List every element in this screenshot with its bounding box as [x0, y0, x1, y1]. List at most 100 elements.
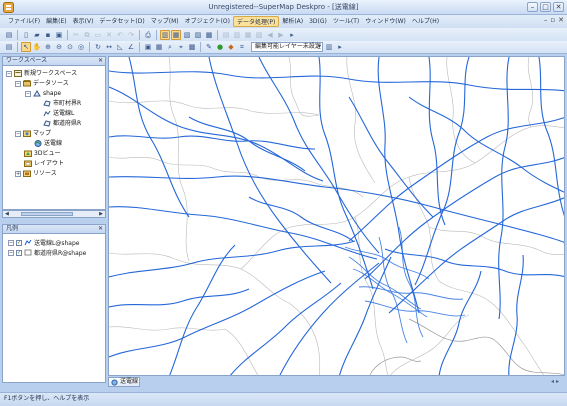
measure-angle-icon[interactable]: ∠ — [126, 42, 136, 52]
tree-item-dataset-powerline[interactable]: 送電線L — [43, 109, 74, 118]
tree-item-maps[interactable]: − マップ — [15, 129, 51, 138]
layer-visible-checkbox[interactable]: ✓ — [16, 249, 22, 256]
layer-edit-icon[interactable]: ▥ — [324, 42, 334, 52]
close-button[interactable]: ✕ — [553, 2, 564, 12]
pencil-edit-icon[interactable]: ✎ — [204, 42, 214, 52]
zoom-entire-icon[interactable]: ◎ — [76, 42, 86, 52]
toolbar-options-icon[interactable]: ▸ — [287, 30, 297, 40]
scroll-left-icon[interactable]: ◀ — [5, 211, 9, 217]
paste-icon[interactable]: ▭ — [93, 30, 103, 40]
tree-item-workspace[interactable]: − 新規ワークスペース — [6, 69, 77, 78]
tree-item-dataset-prefecture[interactable]: 都道府県R — [43, 119, 81, 128]
scroll-right-icon[interactable]: ▶ — [99, 211, 103, 217]
properties-panel-icon[interactable]: ▨ — [193, 30, 203, 40]
tree-item-shape[interactable]: − shape — [25, 89, 61, 98]
tab-map-powerline[interactable]: 送電線 — [108, 377, 140, 387]
output-panel-icon[interactable]: ▧ — [182, 30, 192, 40]
query-icon[interactable]: ⌕ — [165, 42, 175, 52]
tree-item-scenes[interactable]: 3Dビュー — [24, 149, 60, 158]
copy-icon[interactable]: ⧉ — [82, 30, 92, 40]
tile-vertical-icon[interactable]: ▥ — [232, 30, 242, 40]
measure-area-icon[interactable]: ◺ — [115, 42, 125, 52]
tree-item-map-powerline[interactable]: 送電線 — [34, 139, 62, 148]
maximize-button[interactable]: □ — [540, 2, 551, 12]
tab-next-icon[interactable]: ▸ — [556, 378, 559, 385]
zoom-out-icon[interactable]: ⊖ — [54, 42, 64, 52]
scroll-thumb[interactable] — [21, 212, 73, 216]
menu-edit[interactable]: 編集(E) — [43, 16, 69, 27]
map-window[interactable] — [108, 56, 565, 376]
layer-visible-checkbox[interactable]: ✓ — [16, 239, 22, 246]
collapse-icon[interactable]: − — [6, 70, 12, 77]
resources-icon — [23, 170, 31, 177]
arrange-icon[interactable]: ▧ — [254, 30, 264, 40]
menu-file[interactable]: ファイル(F) — [5, 16, 43, 27]
minimize-button[interactable]: – — [527, 2, 538, 12]
menu-help[interactable]: ヘルプ(H) — [409, 16, 442, 27]
new-workspace-icon[interactable]: ▤ — [4, 30, 14, 40]
cascade-icon[interactable]: ▦ — [243, 30, 253, 40]
attribute-table-icon[interactable]: ▦ — [154, 42, 164, 52]
tile-horizontal-icon[interactable]: ▤ — [221, 30, 231, 40]
menu-data-processing[interactable]: データ処理(P) — [233, 16, 280, 27]
menu-3d[interactable]: 3D(G) — [306, 16, 330, 27]
menu-tools[interactable]: ツール(T) — [330, 16, 362, 27]
undo-icon[interactable]: ↶ — [115, 30, 125, 40]
menu-map[interactable]: マップ(M) — [148, 16, 182, 27]
cut-icon[interactable]: ✂ — [71, 30, 81, 40]
open-folder-icon[interactable]: ▰ — [32, 30, 42, 40]
save-all-icon[interactable]: ▣ — [54, 30, 64, 40]
refresh-icon[interactable]: ↻ — [93, 42, 103, 52]
collapse-icon[interactable]: − — [25, 90, 31, 97]
line-layer-icon — [24, 239, 32, 246]
legend-item-prefecture[interactable]: − ✓ 都道府県R@shape — [8, 248, 86, 257]
tree-item-resources[interactable]: + リソース — [15, 169, 57, 178]
back-arrow-icon[interactable]: ◀ — [265, 30, 275, 40]
map-canvas[interactable] — [109, 57, 565, 376]
menu-analysis[interactable]: 解析(A) — [279, 16, 306, 27]
toolbar2-options-icon[interactable]: ▸ — [335, 42, 345, 52]
layer-properties-icon[interactable]: ▣ — [143, 42, 153, 52]
mdi-close-icon[interactable]: ✕ — [558, 16, 564, 24]
legend-panel-icon[interactable]: ▦ — [171, 29, 181, 40]
workspace-panel-close-icon[interactable]: ✕ — [98, 57, 103, 65]
map-properties-icon[interactable]: ▤ — [4, 42, 14, 52]
menu-window[interactable]: ウィンドウ(W) — [362, 16, 409, 27]
expand-icon[interactable]: + — [15, 170, 21, 177]
locate-icon[interactable]: ⌖ — [176, 42, 186, 52]
tree-item-layouts[interactable]: レイアウト — [24, 159, 64, 168]
tab-prev-icon[interactable]: ◂ — [551, 378, 554, 385]
measure-distance-icon[interactable]: ↔ — [104, 42, 114, 52]
new-file-icon[interactable]: ▯ — [21, 30, 31, 40]
legend-panel-close-icon[interactable]: ✕ — [98, 225, 103, 233]
save-icon[interactable]: ▪ — [43, 30, 53, 40]
collapse-icon[interactable]: − — [8, 249, 14, 256]
redo-icon[interactable]: ↷ — [126, 30, 136, 40]
thematic-map-icon[interactable]: ▩ — [187, 42, 197, 52]
print-icon[interactable]: ⎙ — [143, 30, 153, 40]
menu-object[interactable]: オブジェクト(O) — [182, 16, 233, 27]
style-icon[interactable]: ◆ — [226, 42, 236, 52]
workspace-hscrollbar[interactable]: ◀ ▶ — [2, 210, 106, 218]
tree-item-datasources[interactable]: − データソース — [15, 79, 69, 88]
collapse-icon[interactable]: − — [15, 130, 21, 137]
mdi-minimize-icon[interactable]: – — [544, 16, 548, 24]
zoom-in-icon[interactable]: ⊕ — [43, 42, 53, 52]
snap-icon[interactable]: ⌗ — [237, 42, 247, 52]
forward-arrow-icon[interactable]: ▶ — [276, 30, 286, 40]
legend-item-powerline[interactable]: − ✓ 送電線L@shape — [8, 238, 79, 247]
menu-dataset[interactable]: データセット(D) — [96, 16, 147, 27]
collapse-icon[interactable]: − — [15, 80, 21, 87]
editable-layer-select[interactable]: 編集可能レイヤー未設定 — [251, 42, 323, 52]
pan-icon[interactable]: ✋ — [32, 42, 42, 52]
delete-icon[interactable]: ✕ — [104, 30, 114, 40]
select-icon[interactable]: ↖ — [21, 42, 31, 52]
mdi-restore-icon[interactable]: ▫ — [550, 16, 555, 24]
collapse-icon[interactable]: − — [8, 239, 14, 246]
workspace-panel-icon[interactable]: ▥ — [160, 29, 170, 40]
green-dot-icon[interactable]: ● — [215, 42, 225, 52]
overview-panel-icon[interactable]: ▩ — [204, 30, 214, 40]
zoom-free-icon[interactable]: ⊙ — [65, 42, 75, 52]
tree-item-dataset-municipal[interactable]: 市町村界R — [43, 99, 81, 108]
menu-view[interactable]: 表示(V) — [70, 16, 97, 27]
